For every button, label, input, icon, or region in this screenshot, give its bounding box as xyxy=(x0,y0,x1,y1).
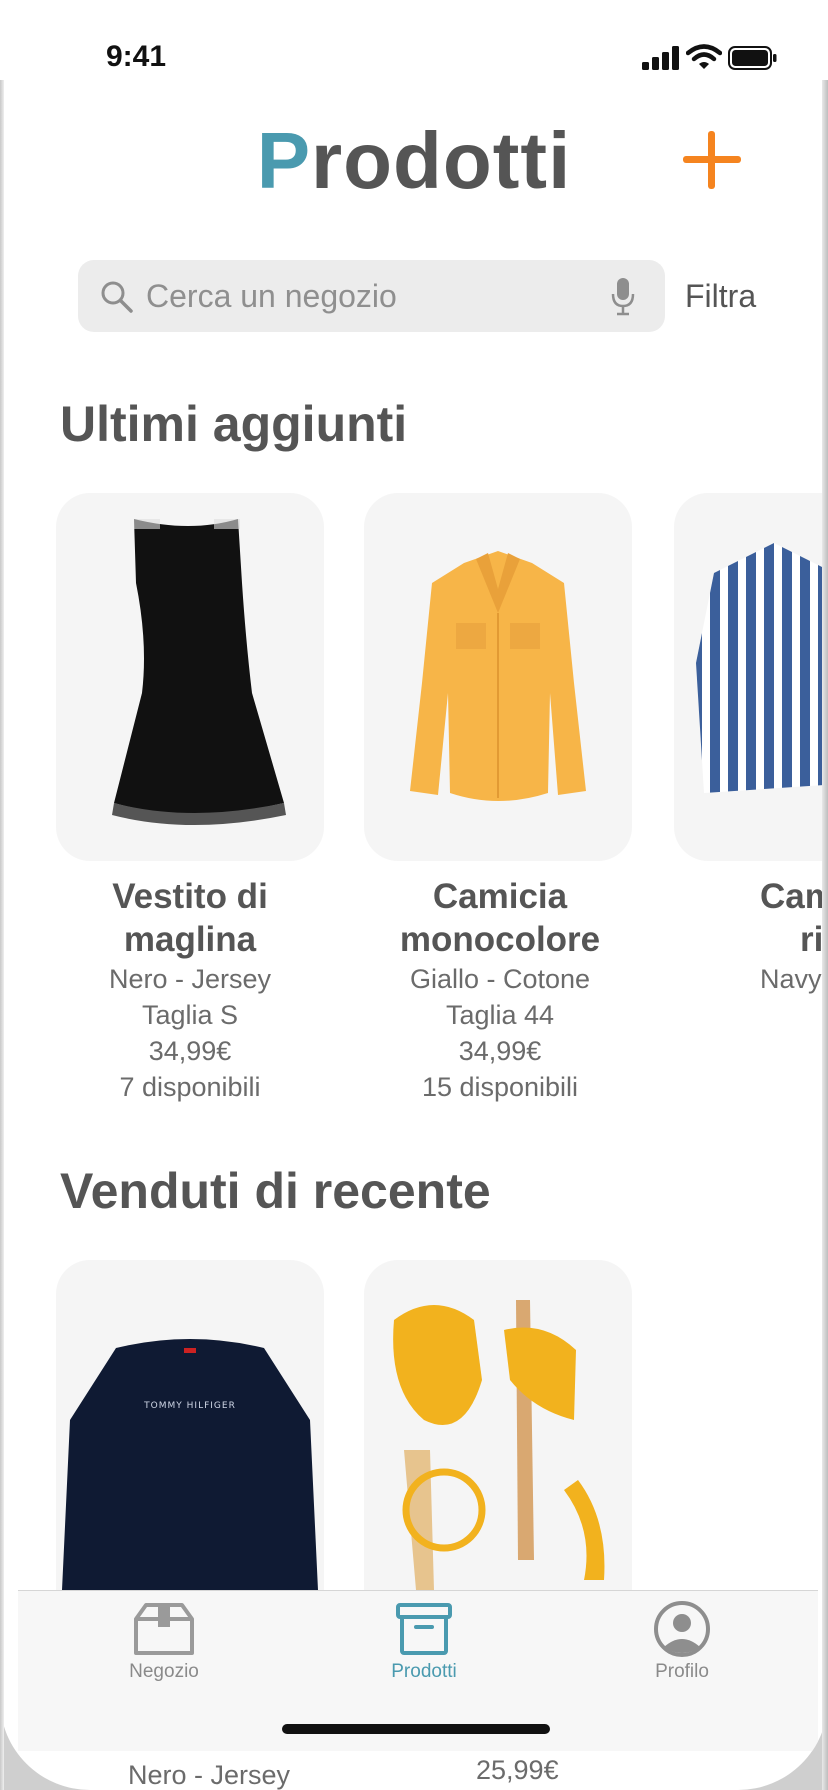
sandals-image xyxy=(393,1300,605,1590)
phone-screen: 9:41 Prodotti Cerca un negozio Filtra Ul… xyxy=(0,0,828,1790)
sold-item-detail: Nero - Jersey xyxy=(128,1760,291,1790)
status-time: 9:41 xyxy=(106,40,167,73)
product-image-shirt[interactable] xyxy=(364,493,632,861)
shirt-image xyxy=(410,551,586,801)
home-indicator[interactable] xyxy=(282,1724,550,1734)
svg-text:TOMMY HILFIGER: TOMMY HILFIGER xyxy=(143,1401,236,1411)
store-icon xyxy=(134,1603,194,1655)
product-image-sweater[interactable]: TOMMY HILFIGER xyxy=(56,1260,324,1640)
search-bar[interactable]: Cerca un negozio xyxy=(78,260,665,332)
search-icon xyxy=(101,281,133,313)
product-info-shirt: Camicia monocolore Giallo - Cotone Tagli… xyxy=(399,877,601,1102)
tab-prodotti[interactable]: Prodotti xyxy=(354,1601,494,1683)
cellular-signal-icon xyxy=(642,46,679,70)
box-icon xyxy=(396,1603,452,1655)
tab-label-prodotti: Prodotti xyxy=(391,1661,457,1682)
filter-button[interactable]: Filtra xyxy=(685,278,756,315)
product-image-striped-shirt[interactable] xyxy=(674,493,828,861)
product-image-sandals[interactable] xyxy=(364,1260,632,1640)
add-product-button[interactable] xyxy=(680,128,744,192)
device-frame-left xyxy=(0,80,4,1790)
microphone-icon[interactable] xyxy=(611,276,635,316)
search-placeholder: Cerca un negozio xyxy=(146,278,397,314)
section-title-recent-added: Ultimi aggiunti xyxy=(60,396,408,452)
product-image-dress[interactable] xyxy=(56,493,324,861)
tab-negozio[interactable]: Negozio xyxy=(94,1601,234,1683)
striped-shirt-image xyxy=(696,543,828,793)
battery-icon xyxy=(728,46,777,70)
sold-item-price: 25,99€ xyxy=(476,1755,559,1785)
section-title-recent-sold: Venduti di recente xyxy=(60,1163,491,1219)
profile-icon xyxy=(654,1601,710,1657)
tab-label-negozio: Negozio xyxy=(129,1661,199,1682)
product-info-striped-shirt: Cam ri Navy xyxy=(760,877,828,994)
product-info-dress: Vestito di maglina Nero - Jersey Taglia … xyxy=(108,877,272,1102)
sweater-image: TOMMY HILFIGER xyxy=(62,1339,318,1640)
wifi-icon xyxy=(686,44,722,69)
tab-profilo[interactable]: Profilo xyxy=(612,1601,752,1683)
dress-image xyxy=(112,519,286,825)
status-bar: 9:41 xyxy=(0,0,828,120)
tab-label-profilo: Profilo xyxy=(655,1661,709,1682)
device-frame-right xyxy=(822,80,828,1790)
